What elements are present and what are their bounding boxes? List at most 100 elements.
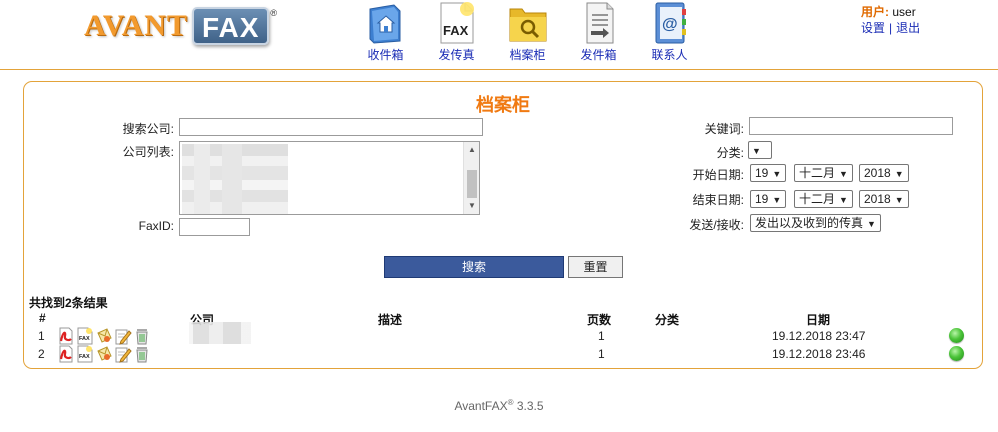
end-month-select[interactable]: 十二月 ▼: [794, 190, 853, 208]
row-number: 1: [38, 329, 45, 343]
company-list-label: 公司列表:: [122, 145, 174, 159]
footer-product: AvantFAX: [454, 399, 508, 413]
direction-label: 发送/接收:: [689, 218, 744, 232]
header: AVANT FAX ® 收件箱 FAX 发传真 档案柜 发件箱 @ 联系人 用户…: [0, 0, 998, 70]
col-header-date[interactable]: 日期: [806, 311, 830, 328]
nav-contacts[interactable]: @ 联系人: [634, 0, 705, 63]
faxid-label: FaxID:: [138, 219, 174, 233]
row-date: 19.12.2018 23:46: [772, 347, 866, 361]
inbox-house-icon: [369, 4, 400, 44]
avantfax-logo[interactable]: AVANT FAX ®: [84, 6, 277, 46]
status-green-icon: [949, 346, 964, 361]
start-date-label: 开始日期:: [692, 168, 744, 182]
logout-link[interactable]: 退出: [896, 21, 920, 35]
dropdown-arrow-icon: ▼: [867, 219, 876, 229]
main-nav: 收件箱 FAX 发传真 档案柜 发件箱 @ 联系人: [350, 0, 705, 63]
dropdown-arrow-icon: ▼: [752, 146, 761, 156]
outbox-document-icon: [586, 2, 613, 44]
contacts-book-icon: @: [655, 2, 686, 44]
nav-archive[interactable]: 档案柜: [492, 0, 563, 63]
dropdown-arrow-icon: ▼: [772, 169, 782, 179]
dropdown-arrow-icon: ▼: [894, 195, 904, 205]
nav-inbox[interactable]: 收件箱: [350, 0, 421, 63]
logo-avant-text: AVANT: [84, 9, 188, 42]
row-number: 2: [38, 347, 45, 361]
company-list-scrollbar[interactable]: ▲ ▼: [463, 142, 479, 214]
row-action-icons: FAX: [57, 345, 152, 363]
start-month-select[interactable]: 十二月 ▼: [794, 164, 853, 182]
end-month-value: 十二月: [799, 192, 836, 206]
nav-send-fax[interactable]: FAX 发传真: [421, 0, 492, 63]
user-name: user: [892, 5, 916, 19]
fax-icon[interactable]: FAX: [76, 327, 94, 345]
scroll-up-arrow-icon[interactable]: ▲: [464, 143, 479, 157]
table-row: 1 FAX 1 19.12.2018 23:47: [24, 322, 982, 345]
edit-icon[interactable]: [114, 345, 132, 363]
scroll-thumb[interactable]: [467, 170, 477, 198]
logo-registered-mark: ®: [270, 8, 278, 18]
link-separator: |: [889, 21, 893, 35]
end-day-value: 19: [755, 192, 769, 206]
col-header-pages[interactable]: 页数: [587, 311, 611, 328]
scroll-down-arrow-icon[interactable]: ▼: [464, 199, 479, 213]
end-day-select[interactable]: 19 ▼: [750, 190, 787, 208]
category-label: 分类:: [716, 146, 744, 160]
svg-text:FAX: FAX: [443, 23, 469, 38]
archive-panel: 档案柜 搜索公司: 公司列表: ▲ ▼ FaxID: 关键词: 分类: ▼ 开始…: [23, 81, 983, 369]
nav-outbox[interactable]: 发件箱: [563, 0, 634, 63]
fax-icon[interactable]: FAX: [76, 345, 94, 363]
col-header-category[interactable]: 分类: [655, 311, 679, 328]
svg-text:FAX: FAX: [79, 336, 90, 342]
archive-folder-icon: [509, 8, 546, 42]
company-listbox[interactable]: ▲ ▼: [179, 141, 480, 215]
send-fax-icon: FAX: [440, 2, 474, 44]
search-company-label: 搜索公司:: [122, 122, 174, 136]
pdf-icon[interactable]: [57, 345, 75, 363]
envelope-icon[interactable]: [95, 345, 113, 363]
page-title: 档案柜: [476, 95, 530, 115]
search-company-input[interactable]: [179, 118, 483, 136]
company-list-items-redacted: [182, 144, 288, 214]
footer: AvantFAX® 3.3.5: [0, 398, 998, 413]
dropdown-arrow-icon: ▼: [839, 195, 848, 205]
row-pages: 1: [598, 329, 605, 343]
row-date: 19.12.2018 23:47: [772, 329, 866, 343]
direction-value: 发出以及收到的传真: [755, 216, 864, 230]
user-label: 用户:: [861, 5, 889, 19]
col-header-description[interactable]: 描述: [378, 311, 402, 328]
category-select[interactable]: ▼: [748, 141, 772, 159]
envelope-icon[interactable]: [95, 327, 113, 345]
edit-icon[interactable]: [114, 327, 132, 345]
settings-link[interactable]: 设置: [861, 21, 885, 35]
dropdown-arrow-icon: ▼: [894, 169, 904, 179]
status-green-icon: [949, 328, 964, 343]
start-day-value: 19: [755, 166, 769, 180]
trash-icon[interactable]: [133, 327, 151, 345]
trash-icon[interactable]: [133, 345, 151, 363]
footer-version: 3.3.5: [516, 399, 544, 413]
pdf-icon[interactable]: [57, 327, 75, 345]
search-button[interactable]: 搜索: [384, 256, 564, 278]
start-day-select[interactable]: 19 ▼: [750, 164, 787, 182]
end-year-select[interactable]: 2018 ▼: [859, 190, 909, 208]
col-header-num: #: [39, 311, 46, 325]
svg-text:FAX: FAX: [79, 354, 90, 360]
end-year-value: 2018: [864, 192, 891, 206]
start-month-value: 十二月: [799, 166, 836, 180]
reset-button[interactable]: 重置: [568, 256, 623, 278]
svg-text:@: @: [662, 16, 678, 33]
nav-outbox-label: 发件箱: [580, 48, 617, 62]
table-row: 2 FAX 1 19.12.2018 23:46: [24, 345, 982, 363]
keyword-label: 关键词:: [704, 122, 744, 136]
faxid-input[interactable]: [179, 218, 250, 236]
result-count: 共找到2条结果: [29, 296, 108, 310]
keyword-input[interactable]: [749, 117, 953, 135]
user-box: 用户: user 设置 | 退出: [861, 4, 920, 36]
nav-send-fax-label: 发传真: [438, 48, 475, 62]
nav-archive-label: 档案柜: [509, 48, 546, 62]
row-pages: 1: [598, 347, 605, 361]
direction-select[interactable]: 发出以及收到的传真 ▼: [750, 214, 881, 232]
start-year-select[interactable]: 2018 ▼: [859, 164, 909, 182]
row-action-icons: FAX: [57, 327, 152, 345]
nav-contacts-label: 联系人: [651, 48, 688, 62]
